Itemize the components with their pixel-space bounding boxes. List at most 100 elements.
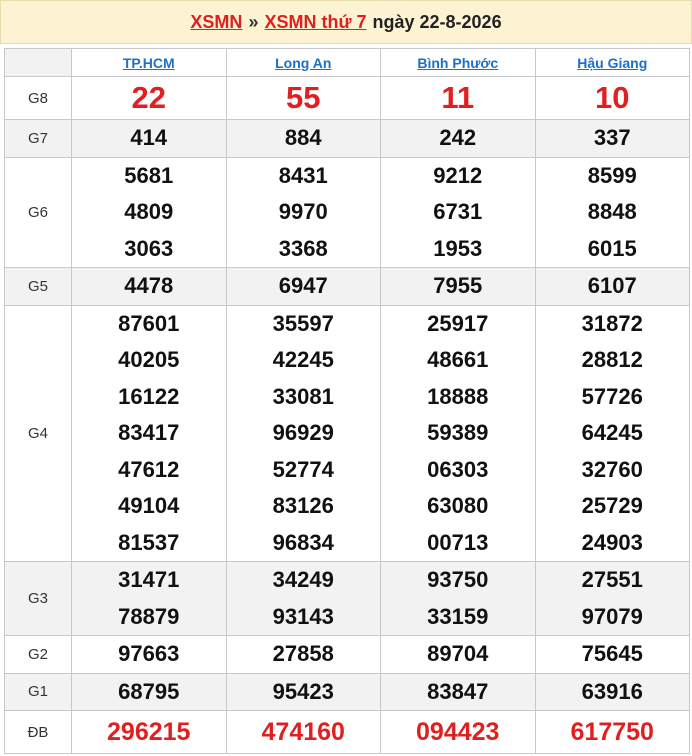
prize-number: 414 bbox=[130, 125, 168, 150]
prize-row-g5: G5 4478 6947 7955 6107 bbox=[4, 267, 690, 306]
prize-number: 25917 bbox=[427, 310, 489, 336]
results-body: G8 22 55 11 10 G7 414 884 242 337 G6 5681 4809 3063 84… bbox=[4, 76, 690, 754]
province-link-binh-phuoc[interactable]: Bình Phước bbox=[417, 55, 498, 71]
breadcrumb-separator: » bbox=[248, 11, 259, 32]
prize-cell: 6107 bbox=[534, 267, 690, 306]
header-corner bbox=[4, 48, 72, 77]
prize-row-g3: G3 31471 78879 34249 93143 93750 33159 27551 970… bbox=[4, 561, 690, 636]
prize-label: G8 bbox=[4, 76, 72, 120]
prize-number: 83126 bbox=[272, 493, 334, 518]
prize-number: 474160 bbox=[261, 718, 345, 746]
prize-number: 75645 bbox=[581, 641, 643, 666]
prize-cell: 93750 33159 bbox=[380, 561, 536, 636]
xsmn-saturday-link[interactable]: XSMN thứ 7 bbox=[264, 12, 366, 33]
prize-number: 3063 bbox=[124, 235, 174, 261]
prize-number: 49104 bbox=[118, 493, 180, 518]
prize-cell: 31872 28812 57726 64245 32760 25729 24903 bbox=[534, 304, 690, 562]
prize-number: 97663 bbox=[118, 641, 180, 666]
prize-row-g7: G7 414 884 242 337 bbox=[4, 119, 690, 158]
prize-number: 64245 bbox=[581, 420, 643, 445]
province-header: Long An bbox=[225, 48, 381, 77]
prize-number: 97079 bbox=[581, 603, 643, 629]
results-page: XSMN » XSMN thứ 7 ngày 22-8-2026 TP.HCM … bbox=[0, 0, 692, 756]
prize-number: 87601 bbox=[118, 310, 180, 336]
prize-number: 1953 bbox=[433, 235, 483, 261]
prize-number: 16122 bbox=[118, 383, 180, 409]
prize-number: 242 bbox=[439, 125, 477, 150]
prize-number: 57726 bbox=[581, 383, 643, 409]
prize-cell: 884 bbox=[225, 119, 381, 158]
prize-cell: 4478 bbox=[71, 267, 227, 306]
prize-number: 31471 bbox=[118, 567, 180, 592]
results-table: TP.HCM Long An Bình Phước Hậu Giang G8 22… bbox=[4, 48, 690, 754]
prize-number: 9212 bbox=[433, 162, 483, 188]
prize-cell: 10 bbox=[534, 76, 690, 120]
prize-cell: 6947 bbox=[225, 267, 381, 306]
prize-cell: 9212 6731 1953 bbox=[380, 156, 536, 268]
prize-cell: 95423 bbox=[225, 672, 381, 711]
prize-number: 884 bbox=[284, 125, 322, 150]
prize-number: 22 bbox=[131, 80, 166, 115]
province-link-tphcm[interactable]: TP.HCM bbox=[123, 55, 175, 71]
prize-cell: 242 bbox=[380, 119, 536, 158]
province-link-long-an[interactable]: Long An bbox=[275, 55, 331, 71]
draw-date: ngày 22-8-2026 bbox=[372, 11, 502, 32]
prize-number: 06303 bbox=[427, 456, 489, 482]
prize-cell: 68795 bbox=[71, 672, 227, 711]
prize-cell: 27551 97079 bbox=[534, 561, 690, 636]
prize-cell: 7955 bbox=[380, 267, 536, 306]
prize-cell: 35597 42245 33081 96929 52774 83126 96834 bbox=[225, 304, 381, 562]
prize-number: 27858 bbox=[272, 641, 334, 666]
prize-cell: 89704 bbox=[380, 635, 536, 674]
prize-row-g1: G1 68795 95423 83847 63916 bbox=[4, 672, 690, 711]
xsmn-link[interactable]: XSMN bbox=[190, 12, 242, 33]
prize-cell: 25917 48661 18888 59389 06303 63080 00713 bbox=[380, 304, 536, 562]
prize-number: 96834 bbox=[272, 529, 334, 555]
prize-number: 8431 bbox=[278, 162, 328, 188]
prize-cell: 5681 4809 3063 bbox=[71, 156, 227, 268]
prize-cell: 27858 bbox=[225, 635, 381, 674]
prize-number: 5681 bbox=[124, 162, 174, 188]
prize-number: 96929 bbox=[272, 420, 334, 445]
prize-number: 18888 bbox=[427, 383, 489, 409]
prize-number: 68795 bbox=[118, 678, 180, 704]
prize-row-g8: G8 22 55 11 10 bbox=[4, 76, 690, 120]
prize-number: 48661 bbox=[427, 347, 489, 372]
prize-number: 32760 bbox=[581, 456, 643, 482]
prize-number: 6731 bbox=[433, 199, 483, 224]
province-link-hau-giang[interactable]: Hậu Giang bbox=[577, 55, 647, 71]
prize-number: 27551 bbox=[581, 567, 643, 592]
prize-cell: 337 bbox=[534, 119, 690, 158]
prize-label: G7 bbox=[4, 119, 72, 158]
prize-number: 35597 bbox=[272, 310, 334, 336]
prize-number: 617750 bbox=[570, 718, 654, 746]
prize-number: 8848 bbox=[587, 199, 637, 224]
prize-number: 6947 bbox=[278, 273, 328, 298]
prize-number: 52774 bbox=[272, 456, 334, 482]
prize-number: 4478 bbox=[124, 273, 174, 298]
prize-number: 7955 bbox=[433, 273, 483, 298]
prize-number: 25729 bbox=[581, 493, 643, 518]
prize-row-db: ĐB 296215 474160 094423 617750 bbox=[4, 710, 690, 754]
prize-cell: 8431 9970 3368 bbox=[225, 156, 381, 268]
prize-number: 00713 bbox=[427, 529, 489, 555]
prize-number: 31872 bbox=[581, 310, 643, 336]
prize-number: 81537 bbox=[118, 529, 180, 555]
province-header: Bình Phước bbox=[380, 48, 536, 77]
prize-number: 93750 bbox=[427, 567, 489, 592]
prize-cell: 55 bbox=[225, 76, 381, 120]
prize-number: 28812 bbox=[581, 347, 643, 372]
prize-cell: 094423 bbox=[380, 710, 536, 754]
prize-number: 3368 bbox=[278, 235, 328, 261]
prize-number: 83847 bbox=[427, 678, 489, 704]
prize-number: 63080 bbox=[427, 493, 489, 518]
prize-number: 34249 bbox=[272, 567, 334, 592]
prize-number: 11 bbox=[441, 80, 475, 115]
prize-number: 93143 bbox=[272, 603, 334, 629]
prize-number: 296215 bbox=[107, 718, 191, 746]
prize-number: 337 bbox=[593, 125, 631, 150]
prize-row-g6: G6 5681 4809 3063 8431 9970 3368 9212 6731 1953 85… bbox=[4, 156, 690, 268]
prize-cell: 97663 bbox=[71, 635, 227, 674]
prize-number: 8599 bbox=[587, 162, 637, 188]
prize-row-g2: G2 97663 27858 89704 75645 bbox=[4, 635, 690, 674]
